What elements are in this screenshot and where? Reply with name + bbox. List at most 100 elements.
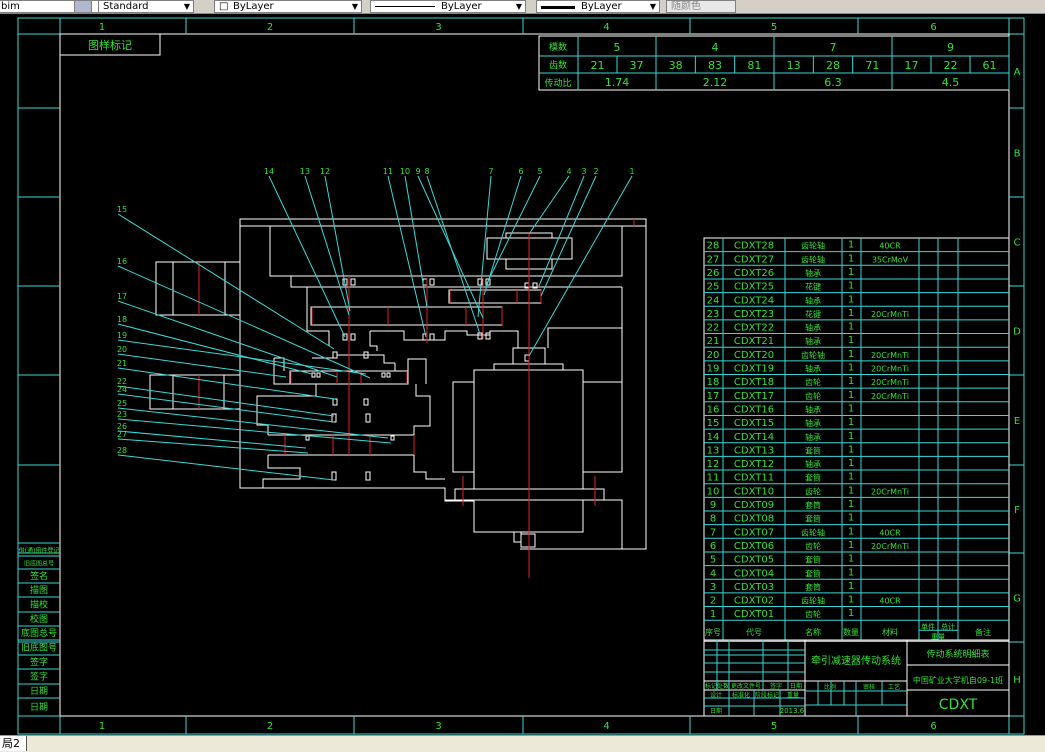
bom-part-name: 齿轮	[805, 377, 821, 387]
bom-part-name: 套筒	[805, 568, 821, 578]
bom-part-name: 齿轮轴	[801, 596, 825, 606]
bom-quantity: 1	[848, 308, 854, 319]
layout-tab[interactable]: 局2	[0, 736, 27, 751]
grid-line	[117, 454, 335, 481]
bom-material: 20CrMnTi	[871, 542, 909, 551]
zone-column-label: 4	[603, 721, 609, 732]
bom-part-name: 轴承	[805, 336, 821, 346]
bom-item-number: 10	[707, 486, 720, 497]
title-block-label: 审核	[863, 683, 875, 691]
dim-style-value: bim	[1, 1, 20, 12]
zone-row-label: G	[1013, 594, 1021, 605]
callout-label: 2	[593, 167, 598, 176]
teeth-value: 37	[630, 59, 644, 72]
bom-part-name: 轴承	[805, 295, 821, 305]
bom-row: 6 CDXT06 齿轮 1 20CrMnTi	[704, 537, 1009, 552]
bom-quantity: 1	[848, 444, 854, 455]
title-block-label: 比例	[824, 683, 836, 691]
bom-header: 序号	[705, 627, 721, 637]
callout-label: 16	[117, 257, 127, 266]
grid-line	[528, 175, 633, 357]
teeth-value: 21	[591, 59, 605, 72]
bom-item-number: 25	[707, 282, 720, 293]
teeth-value: 13	[787, 59, 801, 72]
bom-part-code: CDXT22	[734, 323, 774, 334]
title-block-label: 日期	[710, 707, 722, 715]
bom-item-number: 23	[707, 309, 720, 320]
bom-row: 10 CDXT10 齿轮 1 20CrMnTi	[704, 483, 1009, 497]
bom-material: 20CrMnTi	[871, 310, 909, 319]
bom-row: 7 CDXT07 齿轮轴 1 40CR	[704, 524, 1009, 538]
text-style-icon	[74, 0, 92, 13]
color-dropdown[interactable]: □ ByLayer ▼	[214, 0, 362, 13]
bom-part-name: 套筒	[805, 582, 821, 592]
callout-label: 19	[117, 331, 127, 340]
bom-header: 单件	[921, 622, 935, 631]
callout-label: 14	[264, 167, 274, 176]
gear-table-row-label: 齿数	[549, 59, 567, 71]
bom-material: 20CrMnTi	[871, 351, 909, 360]
gear-parameter-table: 模数齿数传动比 5 1.7421 37 4 2.12 38 83 81 7 6.3 13 28 71 9 4.…	[538, 35, 1010, 91]
bom-row: 9 CDXT09 套筒 1	[704, 496, 1009, 511]
bom-row: 4 CDXT04 套筒 1	[704, 565, 1009, 579]
part-callouts: 14 13 12 11 10 9 8 7 6 5 4 3 2 1151617181920212224252…	[117, 167, 635, 481]
zone-row-label: E	[1014, 416, 1020, 427]
bom-item-number: 3	[710, 582, 716, 593]
bom-part-code: CDXT23	[734, 309, 774, 320]
zone-column-label: 1	[99, 721, 105, 732]
bom-part-code: CDXT03	[734, 582, 774, 593]
callout-label: 4	[566, 167, 571, 176]
bom-material: 20CrMnTi	[871, 365, 909, 374]
title-block-label: 工艺	[888, 683, 900, 691]
chevron-down-icon: ▼	[649, 2, 656, 11]
bom-part-code: CDXT04	[734, 568, 774, 579]
bom-row: 2 CDXT02 齿轮轴 1 40CR	[704, 592, 1009, 607]
organization: 中国矿业大学机自09-1班	[913, 675, 1003, 685]
bom-material: 40CR	[879, 597, 901, 606]
text-style-dropdown[interactable]: Standard ▼	[98, 0, 194, 13]
plot-style-dropdown[interactable]: 随颜色	[666, 0, 736, 13]
zone-column-label: 2	[267, 22, 273, 33]
side-strip-label: 旧底图总号	[24, 560, 54, 568]
teeth-value: 28	[826, 59, 840, 72]
bom-row: 18 CDXT18 齿轮 1 20CrMnTi	[704, 374, 1009, 388]
bom-row: 12 CDXT12 轴承 1	[704, 455, 1009, 470]
zone-markers: 112233445566ABCDEFGH	[18, 18, 1024, 734]
side-signature-strip: 借(通)用件登记旧底图总号签名描图描校校图底图总号旧底图号签字签字日期日期	[18, 542, 60, 717]
zone-column-label: 5	[771, 22, 777, 33]
bom-part-name: 套筒	[805, 473, 821, 483]
teeth-value: 61	[983, 59, 997, 72]
bom-row: 17 CDXT17 齿轮 1 20CrMnTi	[704, 387, 1009, 402]
bom-quantity: 1	[848, 417, 854, 428]
centerlines	[198, 219, 635, 578]
bom-item-number: 14	[707, 432, 720, 443]
bom-part-name: 轴承	[805, 323, 821, 333]
zone-column-label: 3	[435, 721, 441, 732]
properties-toolbar: bim ▼ Standard ▼ □ ByLayer ▼ ByLayer ▼ ByLaye…	[0, 0, 1045, 14]
module-value: 7	[830, 41, 837, 54]
bom-part-code: CDXT21	[734, 336, 774, 347]
lineweight-dropdown[interactable]: ByLayer ▼	[536, 0, 660, 13]
module-value: 5	[614, 41, 621, 54]
callout-label: 15	[117, 205, 127, 214]
drawing-canvas[interactable]: 112233445566ABCDEFGH 图样标记 模数齿数传动比51.7421…	[0, 14, 1045, 735]
linetype-dropdown[interactable]: ByLayer ▼	[370, 0, 526, 13]
bom-quantity: 1	[848, 390, 854, 401]
side-strip-label: 签字	[30, 656, 48, 668]
zone-row-label: F	[1014, 505, 1020, 516]
bom-part-code: CDXT26	[734, 268, 774, 279]
side-strip-label: 日期	[30, 702, 48, 713]
side-strip-label: 签字	[30, 671, 48, 683]
bom-header: 代号	[746, 627, 762, 637]
teeth-value: 71	[865, 59, 879, 72]
bom-quantity: 1	[848, 526, 854, 537]
bom-item-number: 12	[707, 459, 720, 470]
callout-label: 23	[117, 410, 127, 419]
gearbox-assembly-drawing	[149, 218, 647, 550]
bom-item-number: 21	[707, 336, 720, 347]
bom-item-number: 17	[707, 391, 720, 402]
zone-column-label: 1	[99, 22, 105, 33]
top-left-label: 图样标记	[88, 38, 132, 52]
bom-part-code: CDXT07	[734, 527, 774, 538]
bom-item-number: 9	[710, 500, 716, 511]
